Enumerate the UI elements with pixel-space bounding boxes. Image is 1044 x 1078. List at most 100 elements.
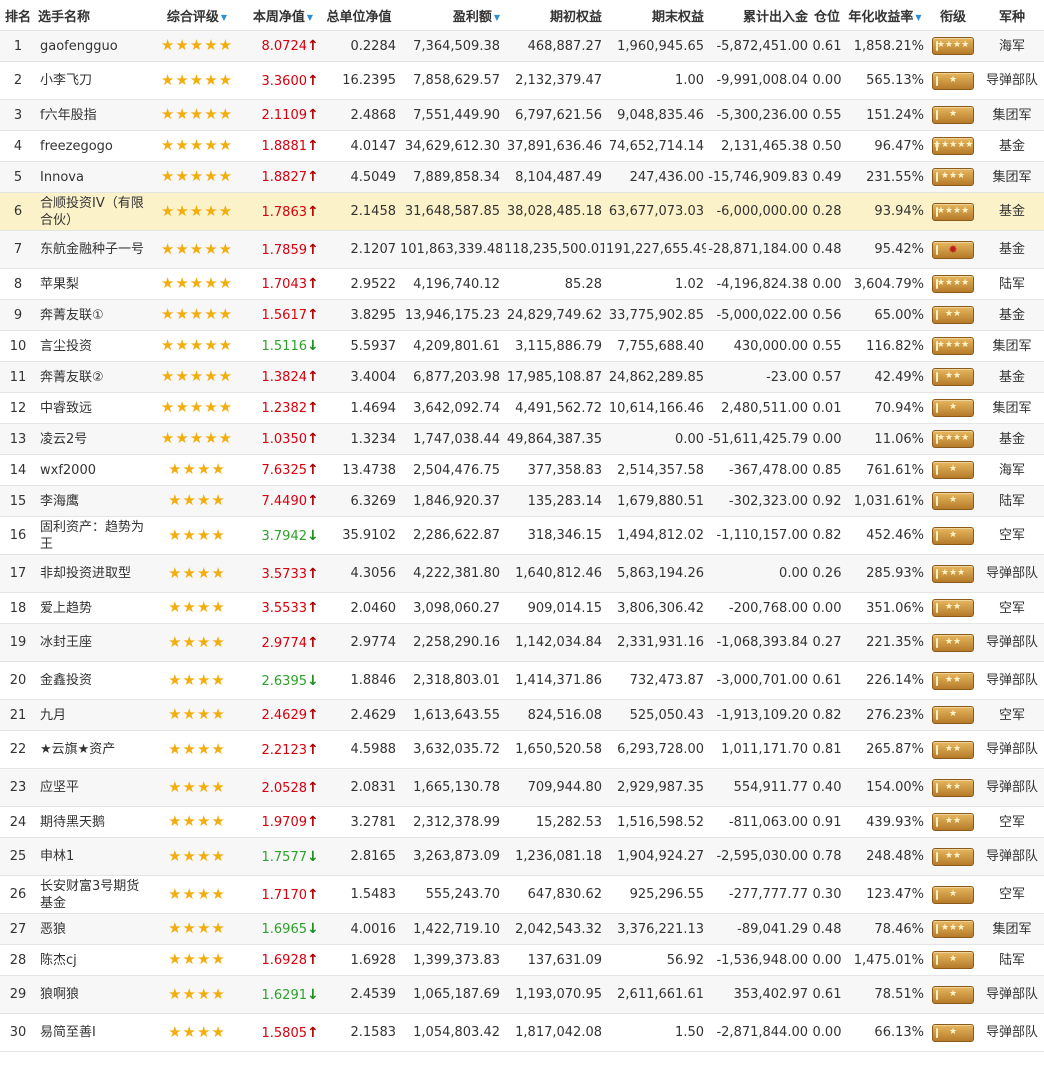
player-name-link[interactable]: Innova: [36, 161, 148, 193]
annual-return-cell: 78.51%: [844, 975, 926, 1014]
player-name-link[interactable]: gaofengguo: [36, 30, 148, 62]
player-name-link[interactable]: 申林1: [36, 837, 148, 876]
rank-title-cell: ★★: [926, 730, 980, 769]
week-nav-value: 3.5533: [261, 601, 308, 616]
week-nav-cell: 1.7859↑: [246, 230, 320, 269]
sort-triangle-icon[interactable]: ▼: [307, 13, 313, 22]
player-name-link[interactable]: 非却投资进取型: [36, 554, 148, 593]
sort-triangle-icon[interactable]: ▼: [221, 13, 227, 22]
header-week-nav[interactable]: 本周净值 ▼: [246, 0, 320, 31]
player-name-link[interactable]: 苹果梨: [36, 268, 148, 300]
table-row[interactable]: 15 李海鹰 ★★★★ 7.4490↑ 6.3269 1,846,920.37 135,28…: [0, 485, 1044, 517]
army-cell: 集团军: [980, 330, 1044, 362]
player-name-link[interactable]: wxf2000: [36, 454, 148, 486]
player-name-link[interactable]: 李海鹰: [36, 485, 148, 517]
table-row[interactable]: 25 申林1 ★★★★ 1.7577↓ 2.8165 3,263,873.09 1,236,…: [0, 837, 1044, 876]
unit-nav-cell: 4.5049: [320, 161, 398, 193]
table-row[interactable]: 16 固利资产：趋势为王 ★★★★ 3.7942↓ 35.9102 2,286,622.8…: [0, 516, 1044, 555]
player-name-link[interactable]: 狼啊狼: [36, 975, 148, 1014]
table-row[interactable]: 27 恶狼 ★★★★ 1.6965↓ 4.0016 1,422,719.10 2,042,5…: [0, 913, 1044, 945]
table-row[interactable]: 23 应坚平 ★★★★ 2.0528↑ 2.0831 1,665,130.78 709,94…: [0, 768, 1044, 807]
player-name-link[interactable]: 恶狼: [36, 913, 148, 945]
player-name-link[interactable]: 东航金融种子一号: [36, 230, 148, 269]
player-name-link[interactable]: 爱上趋势: [36, 592, 148, 624]
player-name-link[interactable]: 奔菁友联①: [36, 299, 148, 331]
up-arrow-icon: ↑: [307, 203, 319, 220]
cum-flow-cell: -2,595,030.00: [706, 837, 810, 876]
player-name-link[interactable]: 中睿致远: [36, 392, 148, 424]
end-equity-cell: 2,514,357.58: [604, 454, 706, 486]
week-nav-value: 2.6395: [261, 673, 308, 689]
rank-cell: 15: [0, 485, 36, 517]
army-cell: 导弹部队: [980, 975, 1044, 1014]
player-name-link[interactable]: 言尘投资: [36, 330, 148, 362]
star-icon: ★★★★★: [160, 239, 234, 258]
table-row[interactable]: 11 奔菁友联② ★★★★★ 1.3824↑ 3.4004 6,877,203.98 17,…: [0, 361, 1044, 393]
sort-triangle-icon[interactable]: ▼: [494, 13, 500, 22]
player-name-link[interactable]: 合顺投资IV（有限合伙）: [36, 192, 148, 231]
table-row[interactable]: 5 Innova ★★★★★ 1.8827↑ 4.5049 7,889,858.34 8,1…: [0, 161, 1044, 193]
player-name-link[interactable]: ★云旗★资产: [36, 730, 148, 769]
annual-return-cell: 3,604.79%: [844, 268, 926, 300]
table-row[interactable]: 9 奔菁友联① ★★★★★ 1.5617↑ 3.8295 13,946,175.23 24,…: [0, 299, 1044, 331]
table-row[interactable]: 12 中睿致远 ★★★★★ 1.2382↑ 1.4694 3,642,092.74 4,49…: [0, 392, 1044, 424]
annual-return-cell: 276.23%: [844, 699, 926, 731]
rank-cell: 14: [0, 454, 36, 486]
player-name-link[interactable]: freezegogo: [36, 130, 148, 162]
player-name-link[interactable]: 固利资产：趋势为王: [36, 516, 148, 555]
sort-triangle-icon[interactable]: ▼: [915, 13, 921, 22]
table-row[interactable]: 30 易简至善I ★★★★ 1.5805↑ 2.1583 1,054,803.42 1,81…: [0, 1013, 1044, 1052]
rank-title-cell: ★★: [926, 806, 980, 838]
table-row[interactable]: 28 陈杰cj ★★★★ 1.6928↑ 1.6928 1,399,373.83 137,6…: [0, 944, 1044, 976]
player-name-link[interactable]: f六年股指: [36, 99, 148, 131]
table-row[interactable]: 17 非却投资进取型 ★★★★ 3.5733↑ 4.3056 4,222,381.80 1,…: [0, 554, 1044, 593]
player-name-link[interactable]: 凌云2号: [36, 423, 148, 455]
table-row[interactable]: 1 gaofengguo ★★★★★ 8.0724↑ 0.2284 7,364,509.3…: [0, 30, 1044, 62]
profit-cell: 2,318,803.01: [398, 661, 502, 700]
table-row[interactable]: 14 wxf2000 ★★★★ 7.6325↑ 13.4738 2,504,476.75 3…: [0, 454, 1044, 486]
player-name-link[interactable]: 小李飞刀: [36, 61, 148, 100]
player-name-link[interactable]: 易简至善I: [36, 1013, 148, 1052]
header-annual[interactable]: 年化收益率 ▼: [844, 0, 926, 31]
player-name-link[interactable]: 奔菁友联②: [36, 361, 148, 393]
player-name-link[interactable]: 期待黑天鹅: [36, 806, 148, 838]
table-row[interactable]: 6 合顺投资IV（有限合伙） ★★★★★ 1.7863↑ 2.1458 31,648,58…: [0, 192, 1044, 231]
table-row[interactable]: 3 f六年股指 ★★★★★ 2.1109↑ 2.4868 7,551,449.90 6,79…: [0, 99, 1044, 131]
player-name-link[interactable]: 冰封王座: [36, 623, 148, 662]
player-name-link[interactable]: 长安财富3号期货基金: [36, 875, 148, 914]
week-nav-value: 1.7043: [261, 277, 308, 292]
cum-flow-cell: -811,063.00: [706, 806, 810, 838]
end-equity-cell: 525,050.43: [604, 699, 706, 731]
table-row[interactable]: 13 凌云2号 ★★★★★ 1.0350↑ 1.3234 1,747,038.44 49,8…: [0, 423, 1044, 455]
table-row[interactable]: 20 金鑫投资 ★★★★ 2.6395↓ 1.8846 2,318,803.01 1,414…: [0, 661, 1044, 700]
table-row[interactable]: 29 狼啊狼 ★★★★ 1.6291↓ 2.4539 1,065,187.69 1,193,…: [0, 975, 1044, 1014]
table-row[interactable]: 10 言尘投资 ★★★★★ 1.5116↓ 5.5937 4,209,801.61 3,11…: [0, 330, 1044, 362]
player-name-link[interactable]: 陈杰cj: [36, 944, 148, 976]
table-row[interactable]: 7 东航金融种子一号 ★★★★★ 1.7859↑ 2.1207 101,863,339.4…: [0, 230, 1044, 269]
table-row[interactable]: 24 期待黑天鹅 ★★★★ 1.9709↑ 3.2781 2,312,378.99 15,2…: [0, 806, 1044, 838]
table-row[interactable]: 8 苹果梨 ★★★★★ 1.7043↑ 2.9522 4,196,740.12 85.28 1…: [0, 268, 1044, 300]
table-row[interactable]: 19 冰封王座 ★★★★ 2.9774↑ 2.9774 2,258,290.16 1,142…: [0, 623, 1044, 662]
header-rating[interactable]: 综合评级 ▼: [148, 0, 246, 31]
header-profit[interactable]: 盈利额 ▼: [398, 0, 502, 31]
table-row[interactable]: 26 长安财富3号期货基金 ★★★★ 1.7170↑ 1.5483 555,243.70 6…: [0, 875, 1044, 914]
end-equity-cell: 10,614,166.46: [604, 392, 706, 424]
annual-return-cell: 65.00%: [844, 299, 926, 331]
profit-cell: 1,422,719.10: [398, 913, 502, 945]
annual-return-cell: 565.13%: [844, 61, 926, 100]
player-name-link[interactable]: 金鑫投资: [36, 661, 148, 700]
table-row[interactable]: 21 九月 ★★★★ 2.4629↑ 2.4629 1,613,643.55 824,516…: [0, 699, 1044, 731]
start-equity-cell: 909,014.15: [502, 592, 604, 624]
unit-nav-cell: 2.1458: [320, 192, 398, 231]
player-name-link[interactable]: 应坚平: [36, 768, 148, 807]
rank-cell: 18: [0, 592, 36, 624]
unit-nav-cell: 4.0016: [320, 913, 398, 945]
table-row[interactable]: 4 freezegogo ★★★★★ 1.8881↑ 4.0147 34,629,612.…: [0, 130, 1044, 162]
table-row[interactable]: 2 小李飞刀 ★★★★★ 3.3600↑ 16.2395 7,858,629.57 2,13…: [0, 61, 1044, 100]
table-row[interactable]: 22 ★云旗★资产 ★★★★ 2.2123↑ 4.5988 3,632,035.72 1,6…: [0, 730, 1044, 769]
rating-cell: ★★★★★: [148, 61, 246, 100]
header-name: 选手名称: [36, 0, 148, 31]
table-row[interactable]: 18 爱上趋势 ★★★★ 3.5533↑ 2.0460 3,098,060.27 909,0…: [0, 592, 1044, 624]
rank-cell: 29: [0, 975, 36, 1014]
player-name-link[interactable]: 九月: [36, 699, 148, 731]
